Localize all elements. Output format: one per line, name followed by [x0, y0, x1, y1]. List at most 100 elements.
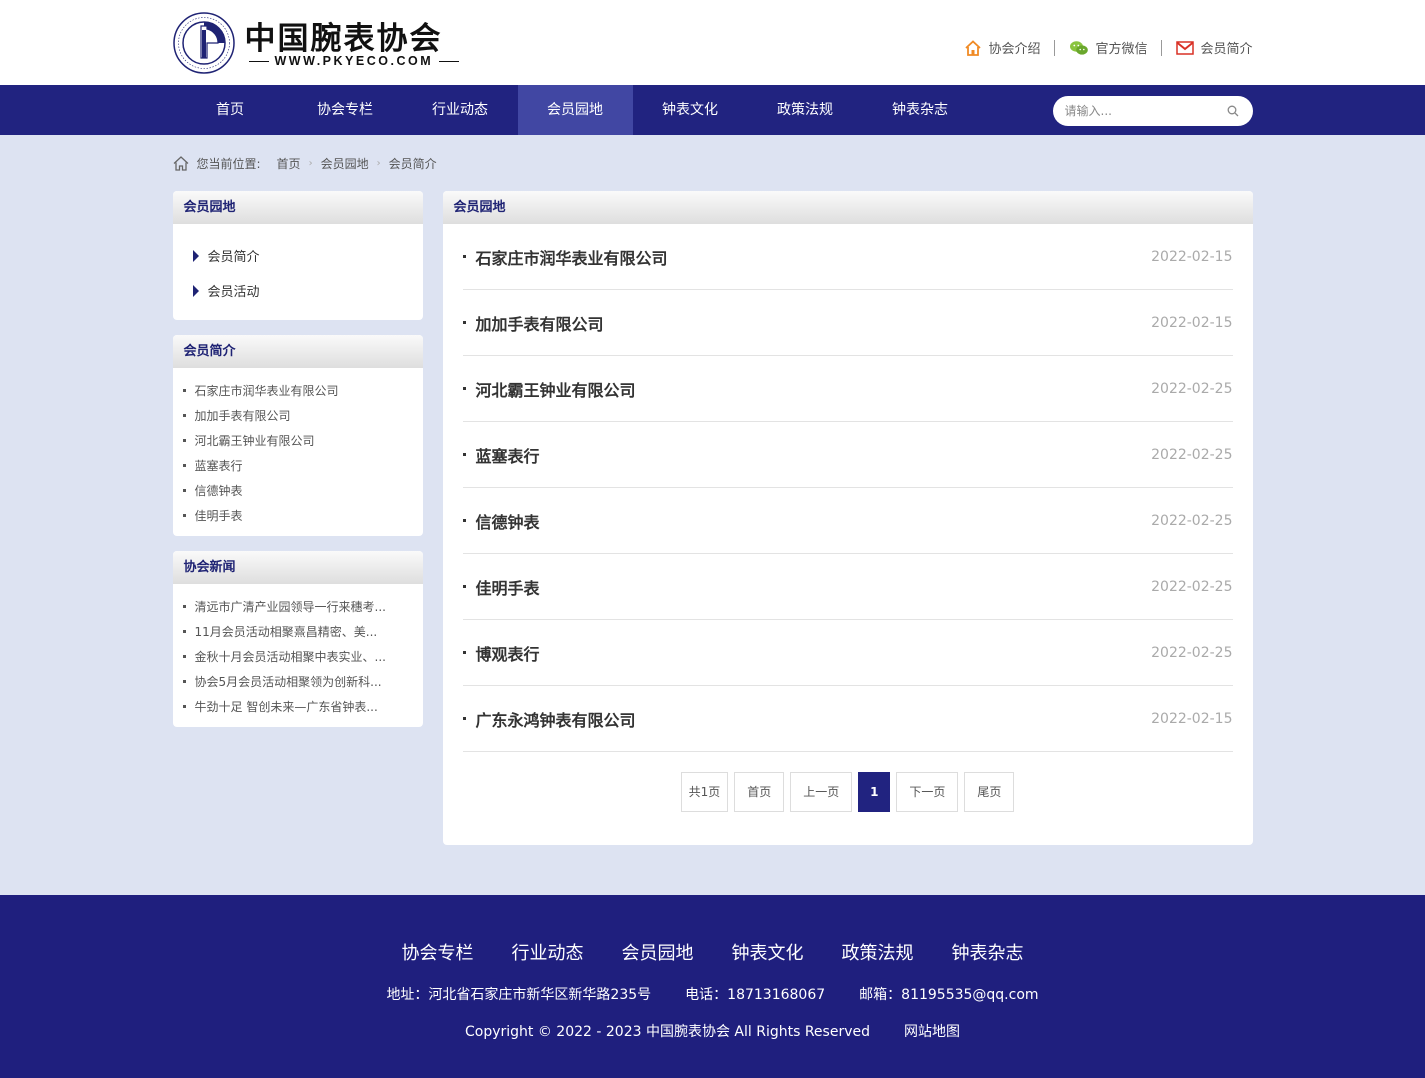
- list-item[interactable]: 佳明手表: [173, 503, 423, 528]
- breadcrumb-home[interactable]: 首页: [277, 155, 301, 172]
- article-title: 广东永鸿钟表有限公司: [475, 710, 636, 730]
- bullet-icon: [182, 464, 186, 467]
- top-link-about[interactable]: 协会介绍: [964, 38, 1040, 57]
- triangle-right-icon: [192, 249, 199, 262]
- list-item[interactable]: 信德钟表: [173, 478, 423, 503]
- nav-item-association[interactable]: 协会专栏: [288, 85, 403, 135]
- site-logo[interactable]: 中国腕表协会 WWW.PKYECO.COM: [172, 12, 466, 74]
- footer-contact: 地址：河北省石家庄市新华区新华路235号 电话：18713168067 邮箱：8…: [0, 984, 1425, 1004]
- current-page-button[interactable]: 1: [858, 772, 891, 812]
- breadcrumb-current[interactable]: 会员简介: [389, 155, 437, 172]
- section-title: 协会新闻: [172, 551, 423, 584]
- bullet-icon: [462, 453, 466, 456]
- top-link-wechat[interactable]: 官方微信: [1069, 38, 1147, 57]
- list-item[interactable]: 协会5月会员活动相聚领为创新科...: [173, 669, 423, 694]
- list-item-label: 信德钟表: [194, 484, 243, 498]
- search-input[interactable]: [1052, 96, 1213, 126]
- top-link-label: 会员简介: [1200, 42, 1253, 57]
- footer-link-members[interactable]: 会员园地: [622, 939, 694, 965]
- article-row[interactable]: 广东永鸿钟表有限公司 2022-02-15: [462, 686, 1233, 752]
- list-item[interactable]: 河北霸王钟业有限公司: [173, 428, 423, 453]
- list-item[interactable]: 清远市广清产业园领导一行来穗考...: [173, 594, 423, 619]
- article-row[interactable]: 石家庄市润华表业有限公司 2022-02-15: [462, 224, 1233, 290]
- bullet-icon: [462, 519, 466, 522]
- article-row[interactable]: 蓝塞表行 2022-02-25: [462, 422, 1233, 488]
- article-row[interactable]: 河北霸王钟业有限公司 2022-02-25: [462, 356, 1233, 422]
- main-area: 会员园地 会员简介 会员活动 会员简介 石家庄市润华表业有限公司 加加手表有限公…: [172, 191, 1253, 895]
- sitemap-link[interactable]: 网站地图: [904, 1021, 960, 1041]
- list-item[interactable]: 加加手表有限公司: [173, 403, 423, 428]
- footer-link-association[interactable]: 协会专栏: [402, 939, 474, 965]
- article-title: 河北霸王钟业有限公司: [475, 380, 636, 400]
- top-link-members[interactable]: 会员简介: [1176, 38, 1253, 57]
- chevron-right-icon: ›: [308, 157, 313, 169]
- footer-address: 地址：河北省石家庄市新华区新华路235号: [386, 987, 652, 1003]
- article-date: 2022-02-15: [1151, 710, 1233, 727]
- bullet-icon: [462, 321, 466, 324]
- bullet-icon: [182, 439, 186, 442]
- article-date: 2022-02-25: [1151, 644, 1233, 661]
- bullet-icon: [462, 651, 466, 654]
- first-page-button[interactable]: 首页: [734, 772, 785, 812]
- chevron-right-icon: ›: [376, 157, 381, 169]
- sidebar: 会员园地 会员简介 会员活动 会员简介 石家庄市润华表业有限公司 加加手表有限公…: [172, 191, 423, 742]
- article-row[interactable]: 博观表行 2022-02-25: [462, 620, 1233, 686]
- list-item-label: 11月会员活动相聚熹昌精密、美...: [194, 625, 378, 639]
- breadcrumb-members[interactable]: 会员园地: [321, 155, 369, 172]
- article-title: 蓝塞表行: [475, 446, 540, 466]
- search-button[interactable]: [1227, 105, 1239, 117]
- top-link-label: 官方微信: [1095, 42, 1148, 57]
- list-item[interactable]: 11月会员活动相聚熹昌精密、美...: [173, 619, 423, 644]
- top-links: 协会介绍 官方微信 会员简介: [964, 38, 1253, 57]
- sidebar-item-member-activities[interactable]: 会员活动: [173, 273, 423, 308]
- bullet-icon: [462, 255, 466, 258]
- list-item-label: 石家庄市润华表业有限公司: [194, 384, 339, 398]
- list-item-label: 加加手表有限公司: [194, 409, 291, 423]
- nav-item-industry[interactable]: 行业动态: [403, 85, 518, 135]
- bullet-icon: [182, 414, 186, 417]
- article-row[interactable]: 佳明手表 2022-02-25: [462, 554, 1233, 620]
- bullet-icon: [462, 717, 466, 720]
- list-item[interactable]: 金秋十月会员活动相聚中表实业、...: [173, 644, 423, 669]
- next-page-button[interactable]: 下一页: [896, 772, 959, 812]
- footer-link-policy[interactable]: 政策法规: [842, 939, 914, 965]
- mail-icon: [1176, 40, 1195, 55]
- article-list: 石家庄市润华表业有限公司 2022-02-15 加加手表有限公司 2022-02-1…: [443, 224, 1253, 752]
- article-title: 博观表行: [475, 644, 540, 664]
- last-page-button[interactable]: 尾页: [964, 772, 1015, 812]
- article-date: 2022-02-15: [1151, 248, 1233, 265]
- bullet-icon: [182, 630, 186, 633]
- search-icon: [1227, 105, 1238, 117]
- logo-subtitle: WWW.PKYECO.COM: [249, 54, 466, 68]
- logo-title: 中国腕表协会: [244, 21, 443, 57]
- prev-page-button[interactable]: 上一页: [790, 772, 853, 812]
- footer-copyright-row: Copyright © 2022 - 2023 中国腕表协会 All Right…: [0, 1021, 1425, 1041]
- divider: [1161, 39, 1163, 56]
- article-date: 2022-02-25: [1151, 512, 1233, 529]
- wechat-icon: [1070, 40, 1089, 55]
- article-row[interactable]: 加加手表有限公司 2022-02-15: [462, 290, 1233, 356]
- footer-link-industry[interactable]: 行业动态: [512, 939, 584, 965]
- footer-link-culture[interactable]: 钟表文化: [732, 939, 804, 965]
- list-item-label: 蓝塞表行: [194, 459, 243, 473]
- article-title: 信德钟表: [475, 512, 540, 532]
- article-title: 石家庄市润华表业有限公司: [475, 248, 668, 268]
- list-item[interactable]: 石家庄市润华表业有限公司: [173, 378, 423, 403]
- list-item-label: 清远市广清产业园领导一行来穗考...: [194, 600, 386, 614]
- article-date: 2022-02-15: [1151, 314, 1233, 331]
- triangle-right-icon: [192, 284, 199, 297]
- sidebar-item-label: 会员简介: [207, 250, 260, 265]
- list-item[interactable]: 蓝塞表行: [173, 453, 423, 478]
- nav-item-members[interactable]: 会员园地: [517, 85, 633, 135]
- article-row[interactable]: 信德钟表 2022-02-25: [462, 488, 1233, 554]
- footer-link-magazine[interactable]: 钟表杂志: [952, 939, 1024, 965]
- site-header: 中国腕表协会 WWW.PKYECO.COM 协会介绍 官方微信 会员简介: [0, 0, 1425, 85]
- nav-item-policy[interactable]: 政策法规: [748, 85, 863, 135]
- bullet-icon: [182, 514, 186, 517]
- nav-item-culture[interactable]: 钟表文化: [633, 85, 748, 135]
- nav-item-magazine[interactable]: 钟表杂志: [863, 85, 978, 135]
- sidebar-section-member-intro: 会员简介 石家庄市润华表业有限公司 加加手表有限公司 河北霸王钟业有限公司 蓝塞…: [172, 335, 423, 536]
- sidebar-item-member-intro[interactable]: 会员简介: [173, 238, 423, 273]
- nav-item-home[interactable]: 首页: [173, 85, 288, 135]
- list-item[interactable]: 牛劲十足 智创未来—广东省钟表...: [173, 694, 423, 719]
